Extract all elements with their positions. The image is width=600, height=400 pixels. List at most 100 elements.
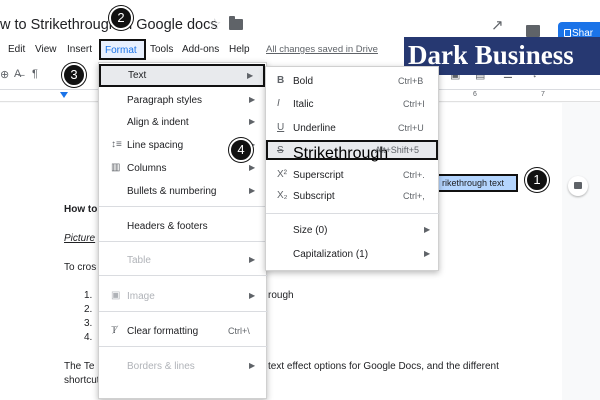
submenu-arrow-icon: ▶ bbox=[249, 163, 256, 172]
submenu-arrow-icon: ▶ bbox=[249, 95, 256, 104]
format-menu-item-clear-formatting[interactable]: Ⲧ̸ Clear formatting Ctrl+\ bbox=[99, 320, 268, 342]
para-start: The Te bbox=[64, 361, 95, 372]
shortcut-label: Ctrl+B bbox=[398, 76, 424, 86]
format-menu-label: Bullets & numbering bbox=[127, 186, 217, 197]
menu-divider bbox=[99, 311, 268, 312]
step-badge: 1 bbox=[525, 168, 549, 192]
folder-icon[interactable] bbox=[229, 16, 243, 30]
text-menu-label: Size (0) bbox=[293, 225, 328, 236]
columns-icon: ▥ bbox=[111, 162, 121, 173]
doc-intro: To cros bbox=[64, 262, 97, 273]
lock-icon bbox=[564, 29, 571, 37]
menu-format[interactable]: Format bbox=[99, 39, 146, 60]
menu-view[interactable]: View bbox=[35, 44, 57, 55]
zoom-icon[interactable]: ⊕ bbox=[0, 68, 9, 81]
format-menu-item-align-indent[interactable]: Align & indent ▶ bbox=[99, 111, 268, 133]
submenu-arrow-icon: ▶ bbox=[249, 255, 256, 264]
format-menu-item-borders-lines: Borders & lines ▶ bbox=[99, 355, 268, 377]
format-menu-label: Columns bbox=[127, 163, 167, 174]
format-menu-item-headers-footers[interactable]: Headers & footers bbox=[99, 215, 268, 237]
text-menu-item-underline[interactable]: U Underline Ctrl+U bbox=[266, 117, 440, 139]
submenu-arrow-icon: ▶ bbox=[249, 117, 256, 126]
text-menu-item-superscript[interactable]: X² Superscript Ctrl+. bbox=[266, 164, 440, 186]
format-menu-label: Paragraph styles bbox=[127, 95, 203, 106]
text-submenu: B Bold Ctrl+B I Italic Ctrl+I U Underlin… bbox=[265, 66, 440, 271]
text-menu-item-size[interactable]: Size (0) ▶ bbox=[266, 219, 440, 241]
menu-tools[interactable]: Tools bbox=[150, 44, 173, 55]
paint-format-icon[interactable]: ¶ bbox=[32, 68, 38, 80]
text-menu-item-strikethrough[interactable]: S Strikethrough Alt+Shift+5 bbox=[266, 140, 438, 162]
add-comment-button[interactable] bbox=[568, 176, 588, 196]
subscript-icon: X₂ bbox=[277, 190, 288, 201]
saved-status-link[interactable]: All changes saved in Drive bbox=[266, 44, 378, 55]
shortcut-label: Ctrl+\ bbox=[228, 326, 250, 336]
list-number: 4. bbox=[84, 332, 93, 343]
submenu-arrow-icon: ▶ bbox=[249, 186, 256, 195]
image-icon: ▣ bbox=[111, 290, 121, 301]
format-menu-label: Table bbox=[127, 255, 151, 266]
shortcut-label: Ctrl+U bbox=[398, 123, 424, 133]
activity-icon[interactable]: ↗ bbox=[491, 16, 504, 34]
picture-link[interactable]: Picture bbox=[64, 233, 95, 244]
spellcheck-icon[interactable]: A̶ bbox=[14, 68, 21, 80]
clear-formatting-icon: Ⲧ̸ bbox=[111, 325, 118, 336]
submenu-arrow-icon: ▶ bbox=[424, 225, 431, 234]
shortcut-label: Ctrl+I bbox=[403, 99, 425, 109]
step-badge: 2 bbox=[109, 6, 133, 30]
ruler-number: 7 bbox=[541, 91, 545, 98]
underline-icon: U bbox=[277, 122, 285, 133]
text-menu-label: Capitalization (1) bbox=[293, 249, 369, 260]
text-menu-label: Superscript bbox=[293, 170, 344, 181]
menu-add-ons[interactable]: Add-ons bbox=[182, 44, 219, 55]
menu-help[interactable]: Help bbox=[229, 44, 250, 55]
step-badge: 3 bbox=[62, 63, 86, 87]
ruler-number: 6 bbox=[473, 91, 477, 98]
line-spacing-icon: ↕≡ bbox=[111, 139, 122, 150]
comment-icon bbox=[574, 182, 582, 189]
star-icon[interactable]: ☆ bbox=[208, 15, 221, 33]
menu-divider bbox=[99, 346, 268, 347]
doc-heading: How to bbox=[64, 204, 98, 215]
text-menu-label: Italic bbox=[293, 99, 314, 110]
submenu-arrow-icon: ▶ bbox=[424, 249, 431, 258]
format-menu-item-text[interactable]: Text ▶ bbox=[99, 64, 265, 87]
shortcut-label: Alt+Shift+5 bbox=[375, 145, 420, 155]
bold-icon: B bbox=[277, 75, 285, 86]
list-item-text: rough bbox=[268, 290, 294, 301]
shortcut-label: Ctrl+. bbox=[403, 170, 425, 180]
format-menu-label: Align & indent bbox=[127, 117, 189, 128]
strikethrough-icon: S bbox=[277, 145, 284, 156]
format-menu-item-bullets[interactable]: Bullets & numbering ▶ bbox=[99, 180, 268, 202]
submenu-arrow-icon: ▶ bbox=[249, 291, 256, 300]
submenu-arrow-icon: ▶ bbox=[247, 71, 254, 80]
selected-text[interactable]: rikethrough text bbox=[437, 174, 518, 192]
text-menu-item-capitalization[interactable]: Capitalization (1) ▶ bbox=[266, 243, 440, 265]
text-menu-label: Strikethrough bbox=[293, 145, 389, 162]
list-number: 2. bbox=[84, 304, 93, 315]
menu-divider bbox=[99, 275, 268, 276]
format-menu-item-table: Table ▶ bbox=[99, 249, 268, 271]
menu-format-label: Format bbox=[105, 45, 137, 56]
step-badge: 4 bbox=[229, 138, 253, 162]
text-menu-item-italic[interactable]: I Italic Ctrl+I bbox=[266, 93, 440, 115]
superscript-icon: X² bbox=[277, 169, 287, 180]
format-menu-label: Text bbox=[128, 70, 147, 81]
menu-edit[interactable]: Edit bbox=[8, 44, 25, 55]
text-menu-item-subscript[interactable]: X₂ Subscript Ctrl+, bbox=[266, 185, 440, 207]
menu-divider bbox=[99, 206, 268, 207]
format-menu: Paragraph styles ▶ Align & indent ▶ ↕≡ L… bbox=[98, 62, 268, 399]
menu-insert[interactable]: Insert bbox=[67, 44, 92, 55]
list-number: 1. bbox=[84, 290, 93, 301]
format-menu-label: Borders & lines bbox=[127, 361, 195, 372]
comment-history-icon[interactable] bbox=[526, 25, 540, 37]
para-text: text effect options for Google Docs, and… bbox=[268, 361, 499, 372]
format-menu-item-paragraph-styles[interactable]: Paragraph styles ▶ bbox=[99, 89, 268, 111]
menu-divider bbox=[99, 241, 268, 242]
shortcut-label: Ctrl+, bbox=[403, 191, 425, 201]
text-menu-label: Underline bbox=[293, 123, 336, 134]
text-menu-item-bold[interactable]: B Bold Ctrl+B bbox=[266, 70, 440, 92]
indent-marker[interactable] bbox=[60, 92, 68, 98]
text-menu-label: Bold bbox=[293, 76, 314, 87]
menu-divider bbox=[266, 213, 440, 214]
text-menu-label: Subscript bbox=[293, 191, 335, 202]
